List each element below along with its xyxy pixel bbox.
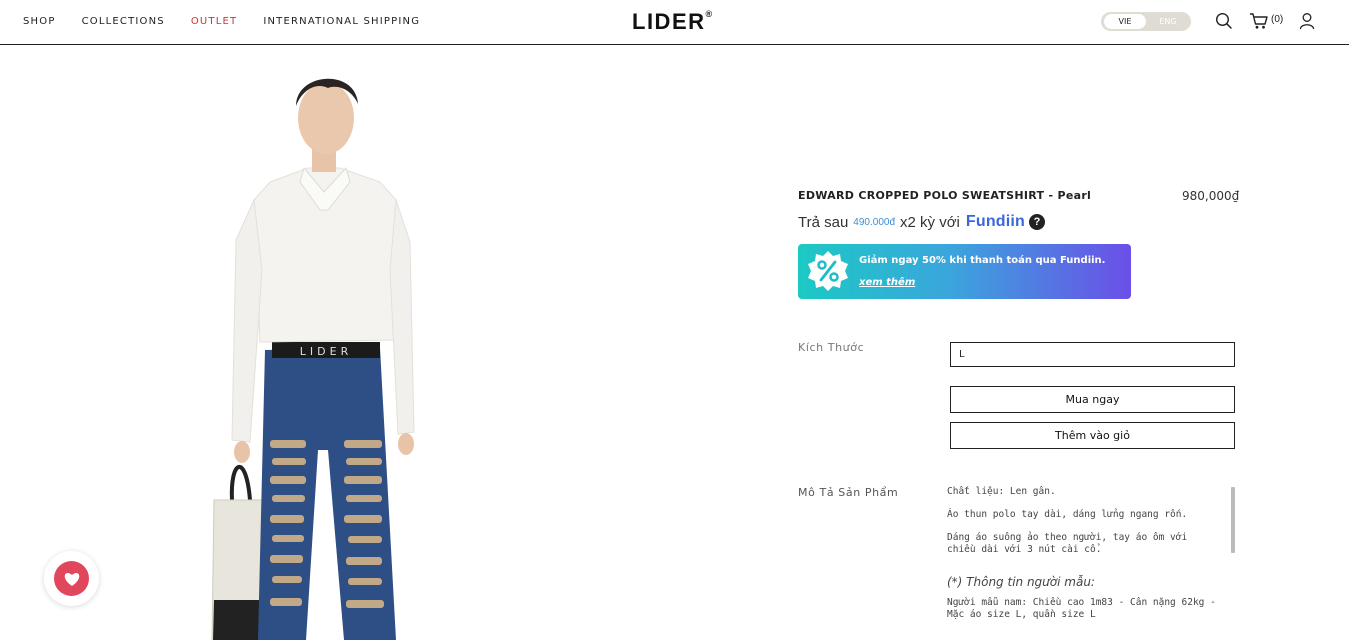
model-info-title: (*) Thông tin người mẫu:	[947, 575, 1095, 589]
fundiin-logo: Fundiin	[965, 213, 1026, 230]
nav-outlet[interactable]: OUTLET	[191, 16, 238, 27]
language-toggle[interactable]: VIE ENG	[1101, 12, 1191, 31]
description-line: Áo thun polo tay dài, dáng lửng ngang rố…	[947, 509, 1188, 520]
percent-badge-icon	[808, 251, 848, 291]
main-nav: SHOP COLLECTIONS OUTLET INTERNATIONAL SH…	[23, 16, 446, 27]
waistband-text: LIDER	[300, 345, 352, 358]
installment-amount: 490.000đ	[853, 216, 896, 228]
promo-more-link[interactable]: xem thêm	[859, 277, 915, 288]
installment-info: Trả sau 490.000đ x2 kỳ với Fundiin ?	[798, 212, 1046, 232]
search-icon[interactable]	[1215, 12, 1233, 30]
description-scrollbar[interactable]	[1231, 487, 1235, 553]
description-label: Mô Tả Sản Phẩm	[798, 486, 899, 499]
description-line: Dáng áo suông ảo theo người, tay áo ôm v…	[947, 532, 1188, 555]
logo-text: LIDER	[632, 9, 706, 34]
product-description: Chất liệu: Len gân. Áo thun polo tay dài…	[947, 486, 1217, 632]
lang-vie[interactable]: VIE	[1104, 14, 1146, 29]
registered-mark: ®	[705, 8, 713, 19]
product-image[interactable]: LIDER	[200, 60, 440, 640]
product-title: EDWARD CROPPED POLO SWEATSHIRT - Pearl	[798, 189, 1092, 202]
nav-shop[interactable]: SHOP	[23, 16, 56, 27]
cart-icon[interactable]	[1249, 12, 1269, 30]
wishlist-button[interactable]	[44, 551, 99, 606]
nav-international-shipping[interactable]: INTERNATIONAL SHIPPING	[263, 16, 420, 27]
cart-count[interactable]: (0)	[1271, 14, 1283, 25]
buy-now-button[interactable]: Mua ngay	[950, 386, 1235, 413]
size-select[interactable]: L	[950, 342, 1235, 367]
help-icon[interactable]: ?	[1029, 214, 1046, 230]
site-header: SHOP COLLECTIONS OUTLET INTERNATIONAL SH…	[0, 0, 1349, 45]
heart-icon	[64, 572, 79, 586]
promo-text-block: Giảm ngay 50% khi thanh toán qua Fundiin…	[859, 250, 1124, 294]
model-info: Người mẫu nam: Chiều cao 1m83 - Cân nặng…	[947, 597, 1216, 620]
fundiin-promo-banner[interactable]: Giảm ngay 50% khi thanh toán qua Fundiin…	[798, 244, 1131, 299]
product-price: 980,000₫	[1182, 189, 1240, 203]
nav-collections[interactable]: COLLECTIONS	[82, 16, 165, 27]
installment-suffix: x2 kỳ với	[900, 213, 960, 231]
add-to-cart-button[interactable]: Thêm vào giỏ	[950, 422, 1235, 449]
promo-text: Giảm ngay 50% khi thanh toán qua Fundiin…	[859, 255, 1106, 266]
site-logo[interactable]: LIDER®	[632, 9, 712, 35]
size-label: Kích Thước	[798, 341, 865, 354]
description-line: Chất liệu: Len gân.	[947, 486, 1056, 497]
installment-prefix: Trả sau	[798, 213, 849, 231]
lang-eng[interactable]: ENG	[1153, 14, 1183, 29]
user-icon[interactable]	[1298, 12, 1316, 30]
wishlist-button-inner	[54, 561, 89, 596]
